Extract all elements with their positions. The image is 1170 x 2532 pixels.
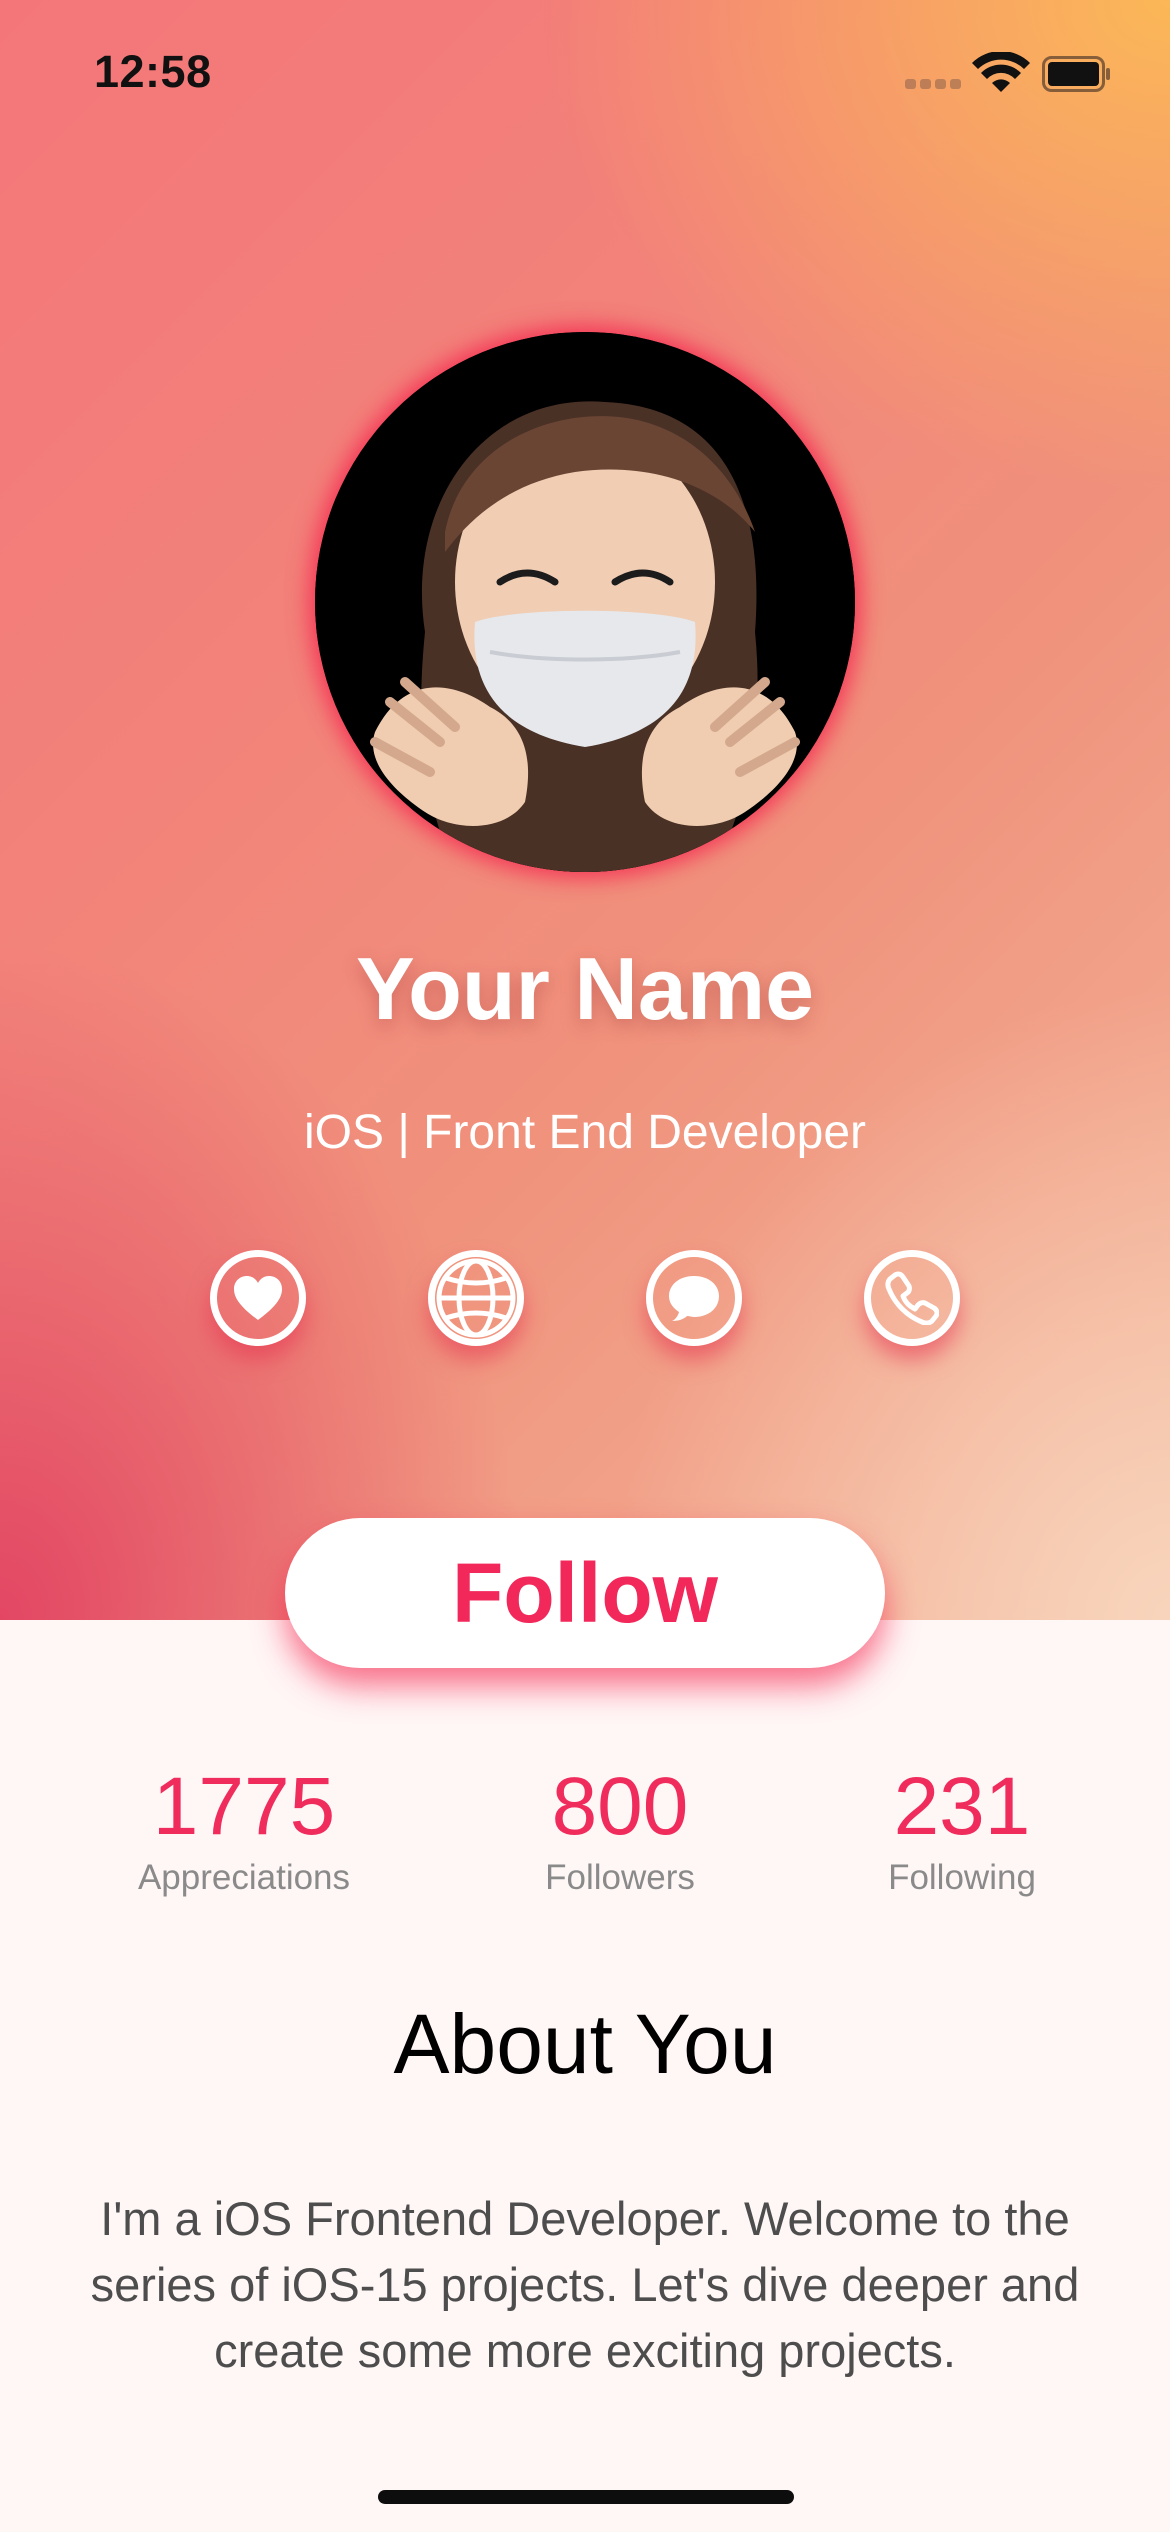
about-title: About You	[393, 1997, 777, 2091]
profile-avatar	[315, 332, 855, 872]
stat-followers: 800 Followers	[470, 1762, 770, 1898]
follow-button[interactable]: Follow	[285, 1518, 885, 1668]
phone-button[interactable]	[864, 1250, 960, 1346]
stat-label: Following	[888, 1858, 1036, 1897]
memoji-avatar-image	[315, 332, 855, 872]
message-icon	[669, 1276, 719, 1321]
status-bar-time: 12:58	[94, 46, 212, 97]
battery-icon	[1042, 56, 1110, 92]
cellular-signal-icon	[905, 79, 961, 89]
message-button[interactable]	[646, 1250, 742, 1346]
home-indicator[interactable]	[378, 2490, 794, 2504]
website-button[interactable]	[428, 1250, 524, 1346]
phone-icon	[885, 1271, 939, 1325]
stat-value: 1775	[152, 1761, 336, 1852]
wifi-icon	[972, 52, 1030, 92]
globe-icon	[436, 1258, 516, 1338]
profile-subtitle: iOS | Front End Developer	[303, 1106, 867, 1159]
stat-label: Followers	[545, 1858, 695, 1897]
about-text: I'm a iOS Frontend Developer. Welcome to…	[90, 2192, 1080, 2377]
profile-name: Your Name	[355, 939, 815, 1038]
stat-label: Appreciations	[137, 1858, 351, 1897]
stat-following: 231 Following	[812, 1762, 1112, 1898]
stat-appreciations: 1775 Appreciations	[94, 1762, 394, 1898]
heart-button[interactable]	[210, 1250, 306, 1346]
stat-value: 231	[893, 1761, 1031, 1852]
action-icons-row	[0, 1250, 1170, 1350]
stat-value: 800	[551, 1761, 689, 1852]
heart-icon	[234, 1276, 282, 1320]
